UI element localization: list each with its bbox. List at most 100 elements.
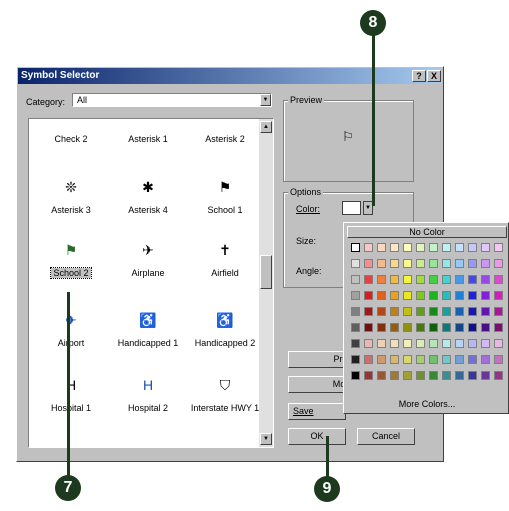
color-swatch[interactable] [481, 291, 490, 300]
color-swatch[interactable] [481, 323, 490, 332]
color-swatch[interactable] [429, 307, 438, 316]
ok-button[interactable]: OK [288, 428, 346, 445]
color-swatch[interactable] [351, 243, 360, 252]
color-swatch[interactable] [442, 259, 451, 268]
color-swatch[interactable] [390, 275, 399, 284]
color-swatch[interactable] [364, 275, 373, 284]
symbol-item[interactable]: ⚑ School 2 [33, 240, 109, 279]
color-swatch[interactable] [494, 323, 503, 332]
color-swatch[interactable] [442, 371, 451, 380]
color-swatch[interactable] [377, 355, 386, 364]
color-swatch[interactable] [390, 323, 399, 332]
color-swatch[interactable] [377, 291, 386, 300]
color-swatch[interactable] [468, 243, 477, 252]
color-swatch[interactable] [494, 371, 503, 380]
color-swatch[interactable] [416, 275, 425, 284]
symbol-item[interactable]: ♿ Handicapped 2 [187, 310, 263, 348]
color-swatch[interactable] [390, 307, 399, 316]
color-swatch[interactable] [403, 307, 412, 316]
color-swatch[interactable] [416, 259, 425, 268]
color-swatch[interactable] [377, 339, 386, 348]
color-swatch[interactable] [377, 259, 386, 268]
no-color-button[interactable]: No Color [347, 226, 507, 238]
color-swatch[interactable] [442, 339, 451, 348]
color-swatch[interactable] [429, 243, 438, 252]
color-swatch[interactable] [377, 307, 386, 316]
symbol-item[interactable]: ⛉ Interstate HWY 1 [187, 375, 263, 413]
color-swatch[interactable] [390, 259, 399, 268]
color-swatch[interactable] [377, 243, 386, 252]
color-swatch[interactable] [364, 243, 373, 252]
color-swatch[interactable] [468, 307, 477, 316]
color-swatch[interactable] [481, 259, 490, 268]
color-swatch[interactable] [416, 355, 425, 364]
color-swatch[interactable] [429, 355, 438, 364]
color-swatch[interactable] [442, 243, 451, 252]
color-swatch[interactable] [390, 291, 399, 300]
color-swatch[interactable] [351, 371, 360, 380]
symbol-item[interactable]: Asterisk 1 [110, 120, 186, 144]
color-swatch[interactable] [403, 275, 412, 284]
color-swatch[interactable] [481, 355, 490, 364]
cancel-button[interactable]: Cancel [357, 428, 415, 445]
symbol-item[interactable]: ✈ Airport [33, 310, 109, 348]
color-swatch[interactable] [455, 323, 464, 332]
symbol-item[interactable]: ✈ Airplane [110, 240, 186, 278]
color-swatch[interactable] [377, 275, 386, 284]
help-button[interactable]: ? [412, 70, 426, 82]
color-swatch[interactable] [429, 275, 438, 284]
save-button[interactable]: Save [288, 403, 346, 420]
symbol-item[interactable]: H Hospital 1 [33, 375, 109, 413]
color-swatch[interactable] [481, 307, 490, 316]
color-swatch[interactable] [403, 291, 412, 300]
color-swatch[interactable] [494, 259, 503, 268]
color-swatch[interactable] [351, 291, 360, 300]
color-swatch[interactable] [351, 355, 360, 364]
color-swatch[interactable] [468, 323, 477, 332]
color-swatch[interactable] [442, 355, 451, 364]
color-swatch[interactable] [351, 275, 360, 284]
color-swatch[interactable] [468, 259, 477, 268]
close-button[interactable]: X [427, 70, 441, 82]
color-swatch[interactable] [429, 291, 438, 300]
color-swatch[interactable] [455, 291, 464, 300]
symbol-item[interactable]: ✱ Asterisk 4 [110, 177, 186, 215]
color-swatch[interactable] [468, 355, 477, 364]
color-swatch[interactable] [442, 291, 451, 300]
color-swatch[interactable] [364, 339, 373, 348]
color-swatch[interactable] [494, 307, 503, 316]
color-swatch[interactable] [403, 339, 412, 348]
chevron-down-icon[interactable]: ▼ [260, 94, 271, 106]
color-swatch[interactable] [481, 275, 490, 284]
more-colors-button[interactable]: More Colors... [347, 398, 507, 410]
color-swatch[interactable] [494, 243, 503, 252]
color-swatch[interactable] [377, 371, 386, 380]
color-swatch[interactable] [468, 275, 477, 284]
color-swatch[interactable] [429, 339, 438, 348]
color-swatch[interactable] [403, 323, 412, 332]
symbol-item[interactable]: Check 2 [33, 120, 109, 144]
color-swatch[interactable] [442, 307, 451, 316]
color-swatch[interactable] [468, 339, 477, 348]
scroll-down-icon[interactable]: ▼ [260, 433, 272, 445]
color-swatch[interactable] [429, 323, 438, 332]
color-swatch[interactable] [468, 371, 477, 380]
color-swatch[interactable] [481, 371, 490, 380]
color-swatch[interactable] [455, 371, 464, 380]
color-swatch[interactable] [403, 243, 412, 252]
color-swatch[interactable] [455, 259, 464, 268]
color-swatch[interactable] [416, 371, 425, 380]
color-swatch-button[interactable] [342, 201, 361, 215]
color-swatch[interactable] [416, 323, 425, 332]
color-swatch[interactable] [390, 355, 399, 364]
color-swatch[interactable] [494, 275, 503, 284]
color-swatch[interactable] [390, 371, 399, 380]
color-swatch[interactable] [364, 291, 373, 300]
symbol-item[interactable]: ✝ Airfield [187, 240, 263, 278]
color-swatch[interactable] [416, 243, 425, 252]
color-swatch[interactable] [377, 323, 386, 332]
color-swatch[interactable] [364, 323, 373, 332]
color-swatch[interactable] [351, 259, 360, 268]
symbol-item[interactable]: H Hospital 2 [110, 375, 186, 413]
color-swatch[interactable] [416, 291, 425, 300]
